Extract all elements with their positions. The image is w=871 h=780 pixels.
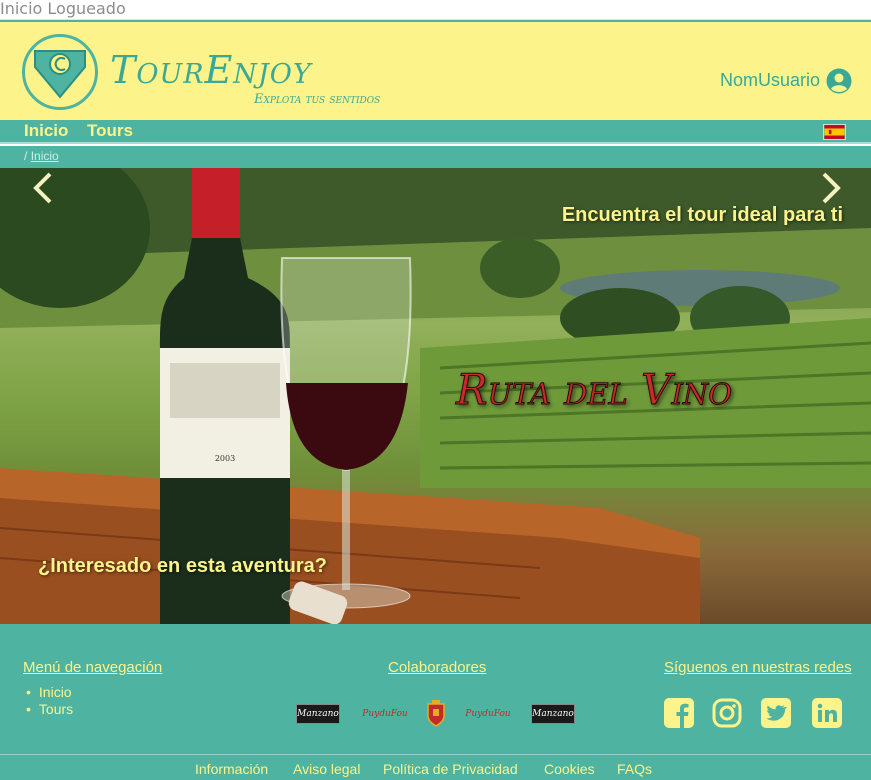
footer-partners-heading[interactable]: Colaboradores <box>388 659 486 676</box>
facebook-icon[interactable] <box>663 697 695 729</box>
footer-nav-list: Inicio Tours <box>26 684 73 718</box>
footer-nav-inicio[interactable]: Inicio <box>26 684 73 701</box>
brand-name[interactable]: TourEnjoy <box>110 48 312 92</box>
main-navbar: Inicio Tours <box>0 120 871 144</box>
footer-divider <box>0 754 871 755</box>
partner-logo-puydufou-2[interactable]: PuyduFou <box>465 704 511 724</box>
partner-logo-manzano[interactable]: Manzano <box>296 704 340 724</box>
hero-tagline-top: Encuentra el tour ideal para ti <box>561 204 843 226</box>
breadcrumb-inicio-link[interactable]: Inicio <box>31 149 59 163</box>
hero-carousel: 2003 Encuentra el tour ideal para ti Rut… <box>0 168 871 624</box>
logo[interactable] <box>22 34 98 110</box>
chevron-left-icon[interactable] <box>28 168 58 208</box>
window-title: Inicio Logueado <box>0 0 126 18</box>
footer-link-aviso-legal[interactable]: Aviso legal <box>293 761 360 777</box>
site-header: TourEnjoy Explota tus sentidos NomUsuari… <box>0 20 871 120</box>
footer-link-faqs[interactable]: FAQs <box>617 761 652 777</box>
partner-logo-manzano-2[interactable]: Manzano <box>531 704 575 724</box>
username-link[interactable]: NomUsuario <box>720 70 820 91</box>
linkedin-icon[interactable] <box>811 697 843 729</box>
svg-text:2003: 2003 <box>215 454 235 463</box>
footer-social-heading[interactable]: Síguenos en nuestras redes <box>664 659 852 676</box>
hero-title: Ruta del Vino <box>455 365 733 415</box>
footer-link-informacion[interactable]: Información <box>195 761 268 777</box>
breadcrumb-bar: / Inicio <box>0 146 871 168</box>
instagram-icon[interactable] <box>711 697 743 729</box>
nav-item-tours[interactable]: Tours <box>87 121 133 141</box>
footer-nav-tours[interactable]: Tours <box>26 701 73 718</box>
window-title-bar: Inicio Logueado <box>0 0 871 20</box>
map-pin-logo-icon <box>34 50 86 99</box>
user-circle-icon[interactable] <box>826 68 852 94</box>
footer-link-privacidad[interactable]: Política de Privacidad <box>383 761 518 777</box>
footer-nav-heading[interactable]: Menú de navegación <box>23 659 162 676</box>
chevron-right-icon[interactable] <box>816 168 846 208</box>
twitter-icon[interactable] <box>760 697 792 729</box>
partner-logo-puydufou[interactable]: PuyduFou <box>362 704 408 724</box>
breadcrumb-separator: / <box>24 149 28 163</box>
footer-link-cookies[interactable]: Cookies <box>544 761 595 777</box>
hero-cta-text[interactable]: ¿Interesado en esta aventura? <box>38 555 327 578</box>
crest-emblem-icon[interactable] <box>425 700 447 728</box>
spain-flag-icon[interactable] <box>823 124 846 140</box>
brand-tagline: Explota tus sentidos <box>254 92 381 107</box>
site-footer: Menú de navegación Inicio Tours Colabora… <box>0 624 871 780</box>
breadcrumb: / Inicio <box>24 149 59 163</box>
nav-item-inicio[interactable]: Inicio <box>24 121 68 141</box>
